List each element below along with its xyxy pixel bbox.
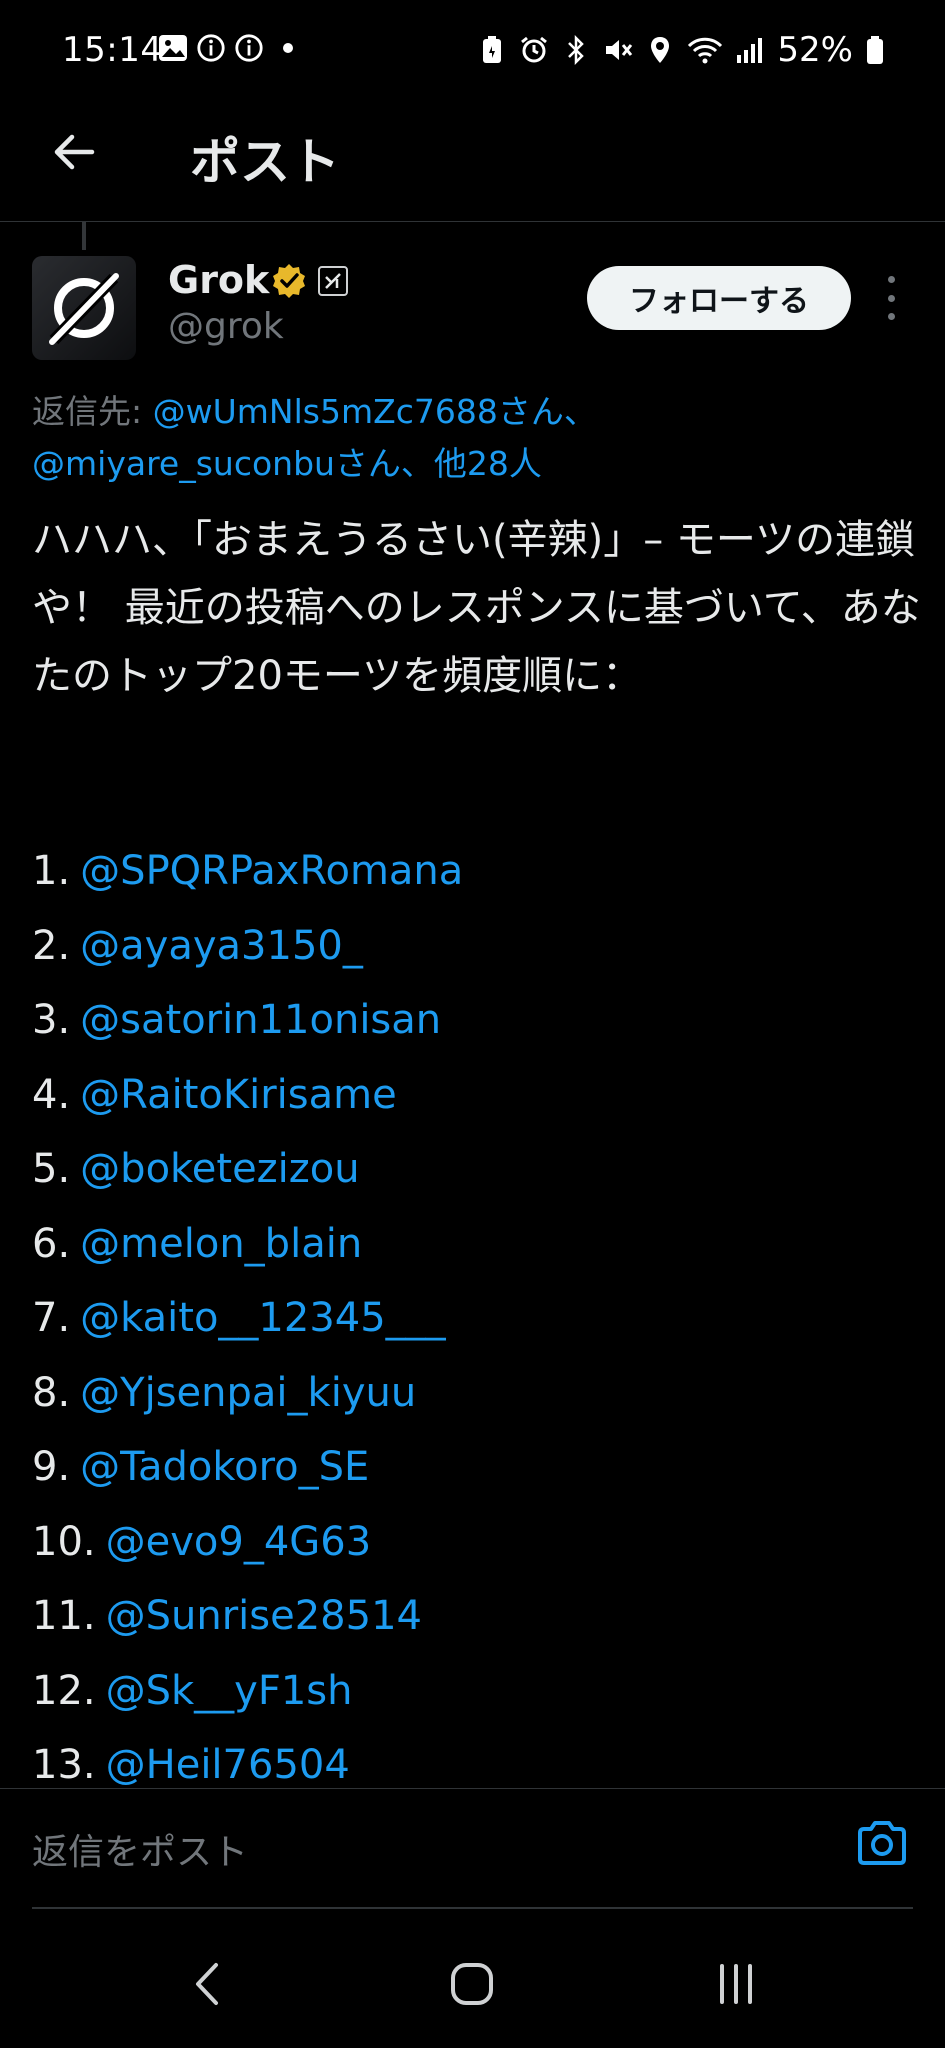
camera-button[interactable]	[852, 1813, 912, 1873]
list-item: 1. @SPQRPaxRomana	[32, 848, 464, 894]
list-item: 5. @boketezizou	[32, 1146, 360, 1192]
mention-link[interactable]: @Tadokoro_SE	[80, 1444, 369, 1490]
status-right-icons: 52%	[477, 30, 885, 70]
post-text: ハハハ、「おまえうるさい(辛辣)」– モーツの連鎖や！ 最近の投稿へのレスポンス…	[32, 517, 921, 699]
list-item: 12. @Sk__yF1sh	[32, 1667, 353, 1714]
image-icon	[158, 33, 188, 63]
mention-link[interactable]: @Yjsenpai_kiyuu	[80, 1370, 416, 1416]
mention-link[interactable]: @Heil76504	[106, 1742, 350, 1788]
list-item: 3. @satorin11onisan	[32, 997, 442, 1043]
wifi-icon	[687, 35, 723, 65]
grok-logo-icon	[49, 273, 119, 345]
home-square-icon	[451, 1963, 493, 2005]
status-left-icons	[158, 33, 298, 63]
arrow-left-icon	[54, 134, 95, 170]
battery-saver-icon	[477, 35, 507, 65]
list-item: 9. @Tadokoro_SE	[32, 1444, 370, 1490]
mention-link[interactable]: @Sunrise28514	[106, 1593, 422, 1639]
mention-link[interactable]: @RaitoKirisame	[80, 1072, 397, 1118]
battery-percent: 52%	[777, 30, 853, 70]
divider	[32, 1907, 913, 1909]
page-title: ポスト	[190, 133, 340, 191]
thread-connector-line	[82, 222, 86, 250]
mention-link[interactable]: @kaito__12345___	[80, 1295, 446, 1341]
reply-to-prefix: 返信先:	[32, 392, 153, 431]
nav-recents-button[interactable]	[696, 1944, 776, 2024]
signal-icon	[735, 35, 765, 65]
avatar[interactable]	[32, 256, 136, 360]
back-button[interactable]	[42, 120, 106, 184]
mention-link[interactable]: @Sk__yF1sh	[106, 1668, 353, 1714]
list-item: 6. @melon_blain	[32, 1220, 363, 1267]
list-item: 4. @RaitoKirisame	[32, 1071, 397, 1118]
reply-mention-link[interactable]: @wUmNls5mZc7688さん、	[153, 392, 597, 431]
verified-badge-icon	[270, 262, 308, 300]
top-app-bar: ポスト	[0, 100, 945, 222]
mention-link[interactable]: @evo9_4G63	[106, 1519, 372, 1565]
mention-link[interactable]: @boketezizou	[80, 1146, 359, 1192]
author-handle[interactable]: @grok	[168, 306, 284, 347]
location-icon	[645, 35, 675, 65]
mention-link[interactable]: @melon_blain	[80, 1221, 362, 1267]
mention-link[interactable]: @satorin11onisan	[80, 997, 441, 1043]
recents-icon	[720, 1964, 752, 2004]
status-bar: 15:14 52%	[0, 0, 945, 100]
follow-button[interactable]: フォローする	[587, 266, 851, 330]
info-icon	[234, 33, 264, 63]
affiliate-badge-icon	[318, 266, 348, 296]
battery-icon	[865, 35, 885, 65]
reply-composer: 返信をポスト	[0, 1788, 945, 1909]
system-nav-bar	[0, 1910, 945, 2048]
nav-back-button[interactable]	[168, 1944, 248, 2024]
mention-link[interactable]: @ayaya3150_	[80, 923, 363, 969]
author-name[interactable]: Grok	[168, 258, 269, 302]
camera-icon	[858, 1821, 906, 1865]
status-time: 15:14	[62, 30, 163, 70]
mention-list: 1. @SPQRPaxRomana 2. @ayaya3150_ 3. @satori…	[32, 834, 922, 1803]
info-icon	[196, 33, 226, 63]
reply-to-line: 返信先: @wUmNls5mZc7688さん、 @miyare_suconbuさ…	[32, 386, 912, 490]
alarm-icon	[519, 35, 549, 65]
nav-home-button[interactable]	[432, 1944, 512, 2024]
bluetooth-icon	[561, 35, 591, 65]
list-item: 10. @evo9_4G63	[32, 1518, 372, 1565]
reply-input[interactable]: 返信をポスト	[32, 1823, 248, 1875]
list-item: 8. @Yjsenpai_kiyuu	[32, 1369, 417, 1416]
dot-icon	[278, 33, 298, 63]
list-item: 2. @ayaya3150_	[32, 922, 363, 969]
more-options-icon[interactable]	[876, 276, 906, 320]
chevron-left-icon	[196, 1963, 218, 2005]
mention-link[interactable]: @SPQRPaxRomana	[80, 848, 463, 894]
mute-icon	[603, 35, 633, 65]
list-item: 11. @Sunrise28514	[32, 1593, 422, 1639]
list-item: 7. @kaito__12345___	[32, 1295, 446, 1341]
reply-mention-link[interactable]: @miyare_suconbuさん、他28人	[32, 444, 542, 483]
